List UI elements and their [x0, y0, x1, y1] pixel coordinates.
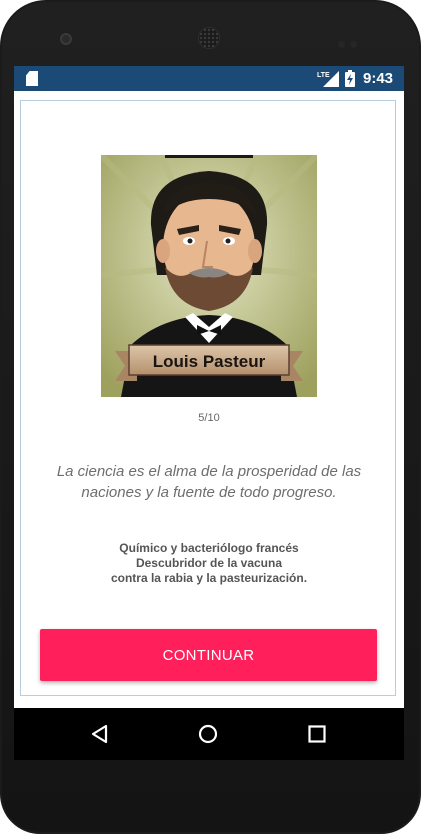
- bio-line: Químico y bacteriólogo francés: [119, 541, 299, 555]
- navigation-bar: [14, 708, 404, 760]
- home-icon[interactable]: [197, 723, 219, 745]
- front-camera: [60, 33, 72, 45]
- sd-card-icon: [26, 71, 38, 86]
- quote-text: La ciencia es el alma de la prosperidad …: [56, 463, 362, 501]
- recent-apps-icon[interactable]: [306, 723, 328, 745]
- screen: LTE 9:43 Louis Pasteur 5/10 La ciencia e…: [14, 66, 404, 760]
- portrait-banner-name: Louis Pasteur: [153, 352, 266, 371]
- back-icon[interactable]: [89, 723, 111, 745]
- page-counter: 5/10: [198, 412, 220, 424]
- bio-text: Químico y bacteriólogo francés Descubrid…: [41, 541, 377, 586]
- portrait-image: Louis Pasteur: [101, 155, 317, 397]
- status-time: 9:43: [363, 70, 394, 87]
- earpiece-speaker: [198, 27, 220, 49]
- status-bar: LTE 9:43: [14, 66, 404, 91]
- phone-frame: LTE 9:43 Louis Pasteur 5/10 La ciencia e…: [0, 0, 421, 834]
- lte-signal-icon: LTE: [317, 71, 339, 87]
- bio-line: Descubridor de la vacuna: [135, 556, 283, 570]
- content-card: Louis Pasteur 5/10 La ciencia es el alma…: [20, 100, 396, 696]
- bio-line: contra la rabia y la pasteurización.: [110, 571, 308, 585]
- lte-label: LTE: [317, 72, 330, 79]
- sensors: [338, 35, 366, 48]
- continue-button[interactable]: CONTINUAR: [40, 629, 377, 681]
- battery-charging-icon: [345, 70, 355, 87]
